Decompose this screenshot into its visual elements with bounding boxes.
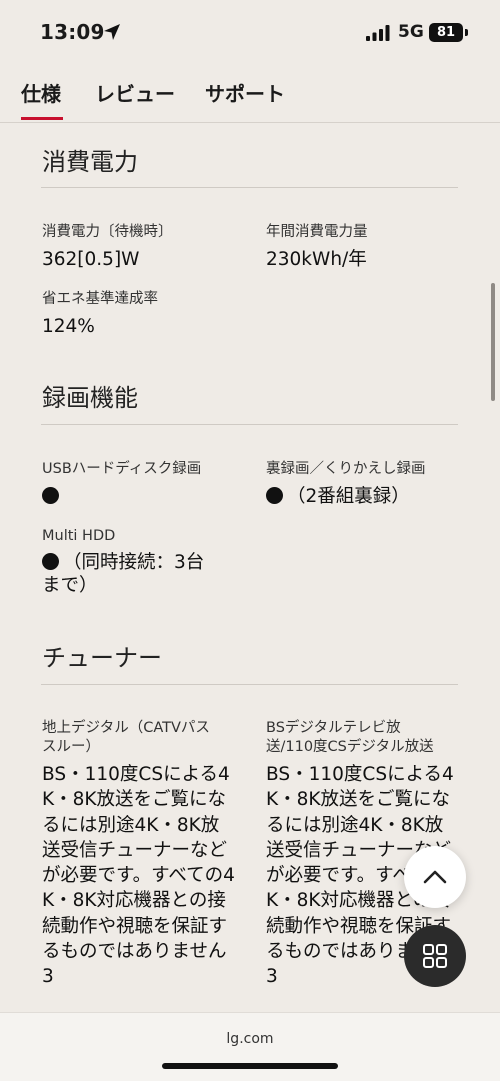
spec-label-standby-power: 消費電力〔待機時〕 bbox=[42, 224, 173, 240]
network-type: 5G bbox=[398, 22, 424, 42]
scroll-to-top-button[interactable] bbox=[404, 846, 466, 908]
chevron-up-icon bbox=[423, 870, 447, 884]
spec-value-usb-recording bbox=[42, 485, 63, 508]
spec-label-multi-hdd: Multi HDD bbox=[42, 528, 116, 544]
tab-reviews[interactable]: レビュー bbox=[95, 78, 175, 107]
spec-value-multi-hdd: （同時接続：3台 まで） bbox=[42, 551, 242, 597]
cellular-signal-icon bbox=[366, 25, 390, 41]
active-tab-indicator bbox=[21, 117, 63, 120]
spec-value-energy-saving: 124% bbox=[42, 316, 95, 337]
spec-label-bs-digital: BSデジタルテレビ放 送/110度CSデジタル放送 bbox=[266, 719, 434, 757]
terrestrial-label-line1: 地上デジタル（CATVパス bbox=[42, 720, 210, 736]
spec-label-usb-recording: USBハードディスク録画 bbox=[42, 461, 202, 477]
spec-value-annual-power: 230kWh/年 bbox=[266, 249, 367, 270]
multi-hdd-detail-line1: （同時接続：3台 bbox=[63, 552, 205, 573]
supported-dot-icon bbox=[266, 487, 283, 504]
spec-label-terrestrial: 地上デジタル（CATVパス スルー） bbox=[42, 719, 210, 757]
grid-icon bbox=[423, 944, 447, 968]
bs-label-line2: 送/110度CSデジタル放送 bbox=[266, 739, 434, 755]
section-title-tuner: チューナー bbox=[42, 644, 162, 672]
location-arrow-icon bbox=[104, 24, 120, 40]
spec-label-energy-saving: 省エネ基準達成率 bbox=[42, 291, 158, 307]
tab-support[interactable]: サポート bbox=[205, 78, 285, 107]
home-indicator[interactable] bbox=[162, 1063, 338, 1069]
terrestrial-label-line2: スルー） bbox=[42, 739, 100, 755]
battery-level: 81 bbox=[436, 25, 456, 40]
spec-value-standby-power: 362[0.5]W bbox=[42, 249, 140, 270]
spec-value-back-recording: （2番組裏録） bbox=[266, 485, 410, 508]
divider bbox=[41, 424, 458, 425]
scrollbar[interactable] bbox=[491, 283, 495, 401]
tab-bar: 仕様 レビュー サポート bbox=[0, 62, 500, 123]
section-title-recording: 録画機能 bbox=[42, 384, 138, 412]
back-recording-detail: （2番組裏録） bbox=[287, 486, 410, 507]
battery-icon: 81 bbox=[429, 23, 463, 42]
status-bar: 13:09 5G 81 bbox=[0, 0, 500, 62]
spec-label-back-recording: 裏録画／くりかえし録画 bbox=[266, 461, 426, 477]
supported-dot-icon bbox=[42, 487, 59, 504]
status-time: 13:09 bbox=[40, 20, 105, 44]
menu-grid-button[interactable] bbox=[404, 925, 466, 987]
spec-label-annual-power: 年間消費電力量 bbox=[266, 224, 368, 240]
supported-dot-icon bbox=[42, 553, 59, 570]
section-title-power: 消費電力 bbox=[42, 148, 138, 176]
battery-tip bbox=[465, 29, 468, 36]
browser-bottom-bar: lg.com bbox=[0, 1012, 500, 1081]
multi-hdd-detail-line2: まで） bbox=[42, 575, 98, 596]
divider bbox=[41, 187, 458, 188]
tab-specs[interactable]: 仕様 bbox=[21, 78, 61, 107]
url-label[interactable]: lg.com bbox=[0, 1031, 500, 1047]
bs-label-line1: BSデジタルテレビ放 bbox=[266, 720, 401, 736]
spec-value-terrestrial-note: BS・110度CSによる4K・8K放送をご覧になるには別途4K・8K放送受信チュ… bbox=[42, 764, 235, 988]
divider bbox=[41, 684, 458, 685]
